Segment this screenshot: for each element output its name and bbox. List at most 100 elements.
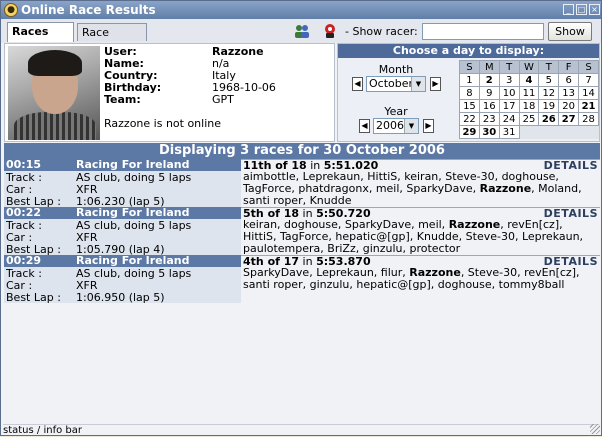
calendar-day[interactable]: 3 — [498, 73, 520, 87]
calendar-day[interactable]: 10 — [498, 86, 520, 100]
race-server-name: Racing For Ireland — [76, 254, 190, 267]
user-photo — [8, 46, 100, 140]
calendar-day[interactable]: 1 — [459, 73, 480, 87]
month-select-value: October — [369, 77, 414, 90]
year-label: Year — [384, 105, 408, 118]
users-icon[interactable] — [293, 23, 311, 39]
calendar-day[interactable]: 2 — [478, 73, 500, 87]
month-prev-arrow-icon[interactable]: ◀ — [352, 77, 363, 91]
race-header[interactable]: 00:22 Racing For Ireland — [4, 207, 241, 219]
race-server-name: Racing For Ireland — [76, 206, 190, 219]
calendar-day[interactable]: 26 — [538, 112, 560, 126]
show-button[interactable]: Show — [548, 22, 592, 41]
calendar-day[interactable]: 13 — [558, 86, 580, 100]
calendar-day[interactable]: 9 — [478, 86, 500, 100]
race-time-of-day: 00:15 — [6, 158, 42, 171]
calendar-empty-cell — [518, 125, 540, 139]
show-racer-label: - Show racer: — [345, 25, 418, 38]
race-header[interactable]: 00:15 Racing For Ireland — [4, 159, 241, 171]
day-chooser: Choose a day to display: Month ◀ October… — [337, 43, 600, 142]
chevron-down-icon: ▼ — [404, 119, 418, 133]
race-players-list: SparkyDave, Leprekaun, filur, Razzone, S… — [243, 267, 598, 291]
maximize-button[interactable]: □ — [576, 4, 587, 15]
race-server-name: Racing For Ireland — [76, 158, 190, 171]
calendar-day[interactable]: 23 — [478, 112, 500, 126]
race-entry: 00:22 Racing For Ireland 5th of 18 in 5:50… — [4, 207, 600, 256]
team-label: Team: — [104, 93, 141, 106]
race-header[interactable]: 00:29 Racing For Ireland — [4, 255, 241, 267]
calendar-day[interactable]: 28 — [578, 112, 599, 126]
resize-grip-icon[interactable] — [590, 424, 600, 434]
close-button[interactable]: × — [589, 4, 600, 15]
calendar-day[interactable]: 27 — [558, 112, 580, 126]
calendar-day[interactable]: 31 — [498, 125, 520, 139]
month-label: Month — [378, 63, 414, 76]
calendar-day[interactable]: 16 — [478, 99, 500, 113]
calendar-day[interactable]: 20 — [558, 99, 580, 113]
race-info: Track : AS club, doing 5 laps Car : XFR Best… — [4, 219, 241, 256]
race-entry: 00:15 Racing For Ireland 11th of 18 in 5:5… — [4, 159, 600, 208]
calendar-day[interactable]: 6 — [558, 73, 580, 87]
calendar-day[interactable]: 18 — [518, 99, 540, 113]
race-time-of-day: 00:22 — [6, 206, 42, 219]
weekday-header: T — [538, 60, 560, 74]
race-players-list: keiran, doghouse, SparkyDave, meil, Razz… — [243, 219, 598, 255]
calendar-day[interactable]: 14 — [578, 86, 599, 100]
race-info: Track : AS club, doing 5 laps Car : XFR Best… — [4, 171, 241, 208]
year-next-arrow-icon[interactable]: ▶ — [423, 119, 434, 133]
best-lap-value: 1:06.950 (lap 5) — [76, 291, 165, 304]
calendar-day[interactable]: 19 — [538, 99, 560, 113]
calendar-empty-cell — [538, 125, 560, 139]
calendar: S M T W T F S 1 2 3 4 5 6 7 8 9 10 11 12 13 14 15 16 17 18 19 20 21… — [459, 60, 599, 139]
weekday-header: S — [578, 60, 599, 74]
window-title: Online Race Results — [21, 3, 156, 17]
year-select-value: 2006 — [376, 119, 404, 132]
calendar-day[interactable]: 4 — [518, 73, 540, 87]
weekday-header: T — [498, 60, 520, 74]
race-info: Track : AS club, doing 5 laps Car : XFR Best… — [4, 267, 241, 304]
racer-search-input[interactable] — [422, 23, 544, 40]
chevron-down-icon: ▼ — [411, 77, 425, 91]
calendar-day[interactable]: 17 — [498, 99, 520, 113]
race-players-list: aimbottle, Leprekaun, HittiS, keiran, St… — [243, 171, 598, 207]
weekday-header: S — [459, 60, 480, 74]
calendar-day[interactable]: 5 — [538, 73, 560, 87]
race-time-of-day: 00:29 — [6, 254, 42, 267]
calendar-day[interactable]: 30 — [478, 125, 500, 139]
calendar-day[interactable]: 12 — [538, 86, 560, 100]
calendar-day[interactable]: 24 — [498, 112, 520, 126]
highlighted-racer[interactable]: Razzone — [480, 182, 532, 195]
app-icon: ● — [4, 3, 18, 17]
calendar-day[interactable]: 29 — [459, 125, 480, 139]
calendar-empty-cell — [578, 125, 599, 139]
calendar-day[interactable]: 25 — [518, 112, 540, 126]
weekday-header: W — [518, 60, 540, 74]
calendar-day[interactable]: 22 — [459, 112, 480, 126]
user-panel: User: Razzone Name: n/a Country: Italy B… — [4, 43, 335, 142]
main-window: ● Online Race Results _ □ × Races list R… — [0, 0, 602, 436]
calendar-day[interactable]: 7 — [578, 73, 599, 87]
status-bar: status / info bar — [3, 424, 599, 437]
weekday-header: M — [478, 60, 500, 74]
calendar-day[interactable]: 11 — [518, 86, 540, 100]
team-value: GPT — [212, 93, 234, 106]
calendar-day[interactable]: 21 — [578, 99, 599, 113]
online-status: Razzone is not online — [104, 117, 222, 130]
race-entry: 00:29 Racing For Ireland 4th of 17 in 5:53… — [4, 255, 600, 304]
racer-flag-icon[interactable] — [321, 23, 339, 39]
calendar-day[interactable]: 8 — [459, 86, 480, 100]
day-chooser-header: Choose a day to display: — [338, 44, 599, 58]
weekday-header: F — [558, 60, 580, 74]
calendar-day[interactable]: 15 — [459, 99, 480, 113]
year-prev-arrow-icon[interactable]: ◀ — [359, 119, 370, 133]
month-next-arrow-icon[interactable]: ▶ — [430, 77, 441, 91]
title-bar[interactable]: ● Online Race Results _ □ × — [1, 1, 601, 19]
races-banner: Displaying 3 races for 30 October 2006 — [4, 143, 600, 159]
tab-races-list[interactable]: Races list — [7, 22, 74, 55]
minimize-button[interactable]: _ — [563, 4, 574, 15]
tab-race-details[interactable]: Race details — [77, 23, 147, 56]
calendar-empty-cell — [558, 125, 580, 139]
month-select[interactable]: October ▼ — [366, 76, 426, 92]
year-select[interactable]: 2006 ▼ — [373, 118, 419, 134]
best-lap-label: Best Lap : — [6, 291, 61, 304]
